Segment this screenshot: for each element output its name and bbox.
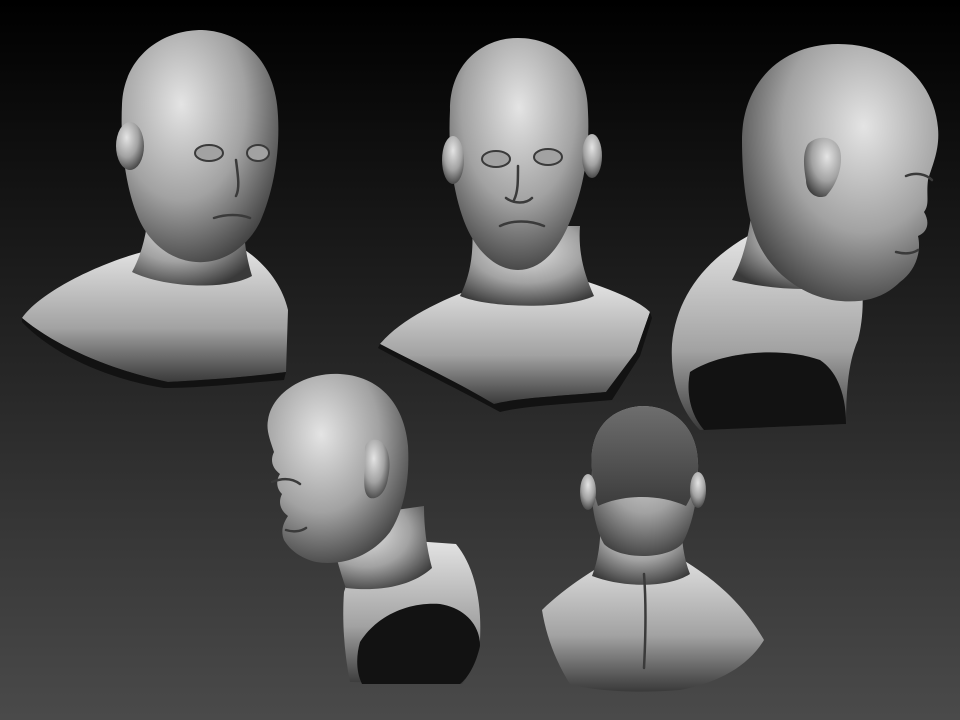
bust-3-head — [742, 44, 939, 302]
bust-2-ear-left — [442, 136, 464, 184]
render-canvas — [0, 0, 960, 720]
bust-1-ear — [116, 122, 144, 170]
bust-2-eye-left — [481, 150, 511, 168]
bust-5-ear-left — [580, 474, 596, 510]
bust-2-eye-right — [533, 148, 563, 166]
bust-5-ear-right — [690, 472, 706, 508]
bust-2-ear-right — [582, 134, 602, 178]
sculpt-render — [0, 0, 960, 720]
bust-1-eye-left — [194, 144, 224, 162]
bust-3-cut-face — [688, 352, 846, 430]
bust-5-spine — [642, 572, 647, 670]
bust-1-eye-right — [246, 144, 270, 162]
